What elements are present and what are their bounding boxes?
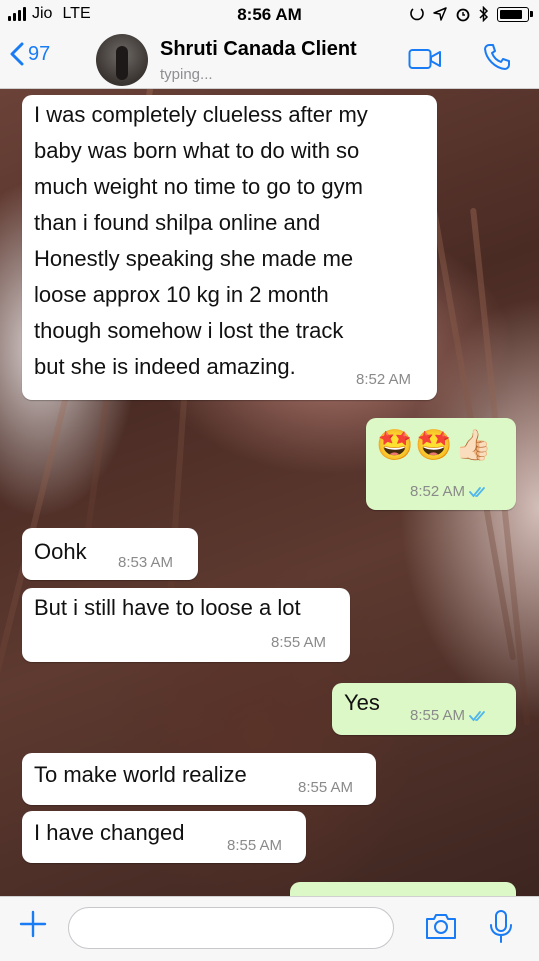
- message-time: 8:55 AM: [227, 837, 283, 854]
- camera-icon[interactable]: [424, 911, 458, 941]
- message-input[interactable]: [68, 907, 394, 949]
- message-time: 8:55 AM: [410, 707, 466, 724]
- location-icon: [433, 7, 447, 21]
- double-check-icon: [469, 710, 485, 721]
- message-bubble-outgoing[interactable]: 🤩🤩👍🏻 8:52 AM: [366, 418, 516, 510]
- message-text: But i still have to loose a lot: [34, 595, 301, 620]
- battery-icon: [497, 6, 533, 22]
- avatar[interactable]: [96, 34, 148, 86]
- message-text: 🤩🤩👍🏻: [376, 429, 495, 462]
- message-text: To make world realize: [34, 762, 247, 787]
- back-count: 97: [28, 42, 51, 65]
- back-chevron-icon: [10, 42, 24, 66]
- contact-status: typing...: [160, 66, 213, 83]
- chat-header: 97 Shruti Canada Client typing...: [0, 30, 539, 89]
- double-check-icon: [469, 486, 485, 497]
- back-button[interactable]: 97: [10, 42, 50, 66]
- message-time: 8:52 AM: [410, 483, 466, 500]
- message-time: 8:55 AM: [298, 779, 354, 796]
- message-meta: 8:55 AM: [410, 707, 487, 724]
- message-time: 8:52 AM: [356, 371, 412, 388]
- rotation-lock-icon: [410, 8, 424, 21]
- message-input-bar: [0, 896, 539, 961]
- message-time: 8:55 AM: [271, 634, 327, 651]
- status-bar: Jio LTE 8:56 AM: [0, 0, 539, 30]
- message-bubble-incoming[interactable]: I was completely clueless after my baby …: [22, 95, 437, 400]
- message-text: I was completely clueless after my baby …: [34, 102, 368, 379]
- message-bubble-incoming[interactable]: I have changed 8:55 AM: [22, 811, 306, 863]
- message-bubble-incoming[interactable]: To make world realize 8:55 AM: [22, 753, 376, 805]
- bluetooth-icon: [479, 6, 489, 22]
- message-time: 8:53 AM: [118, 554, 174, 571]
- message-bubble-incoming[interactable]: Oohk 8:53 AM: [22, 528, 198, 580]
- message-text: Yes: [344, 690, 380, 715]
- plus-icon[interactable]: [18, 909, 48, 939]
- phone-call-icon[interactable]: [482, 42, 512, 72]
- video-call-icon[interactable]: [408, 48, 442, 70]
- message-text: Oohk: [34, 539, 87, 564]
- message-bubble-outgoing[interactable]: Yes 8:55 AM: [332, 683, 516, 735]
- contact-name[interactable]: Shruti Canada Client: [160, 38, 357, 61]
- message-meta: 8:52 AM: [410, 483, 487, 500]
- mic-icon[interactable]: [488, 909, 514, 945]
- alarm-icon: [456, 8, 470, 22]
- message-bubble-incoming[interactable]: But i still have to loose a lot 8:55 AM: [22, 588, 350, 662]
- message-text: I have changed: [34, 820, 185, 845]
